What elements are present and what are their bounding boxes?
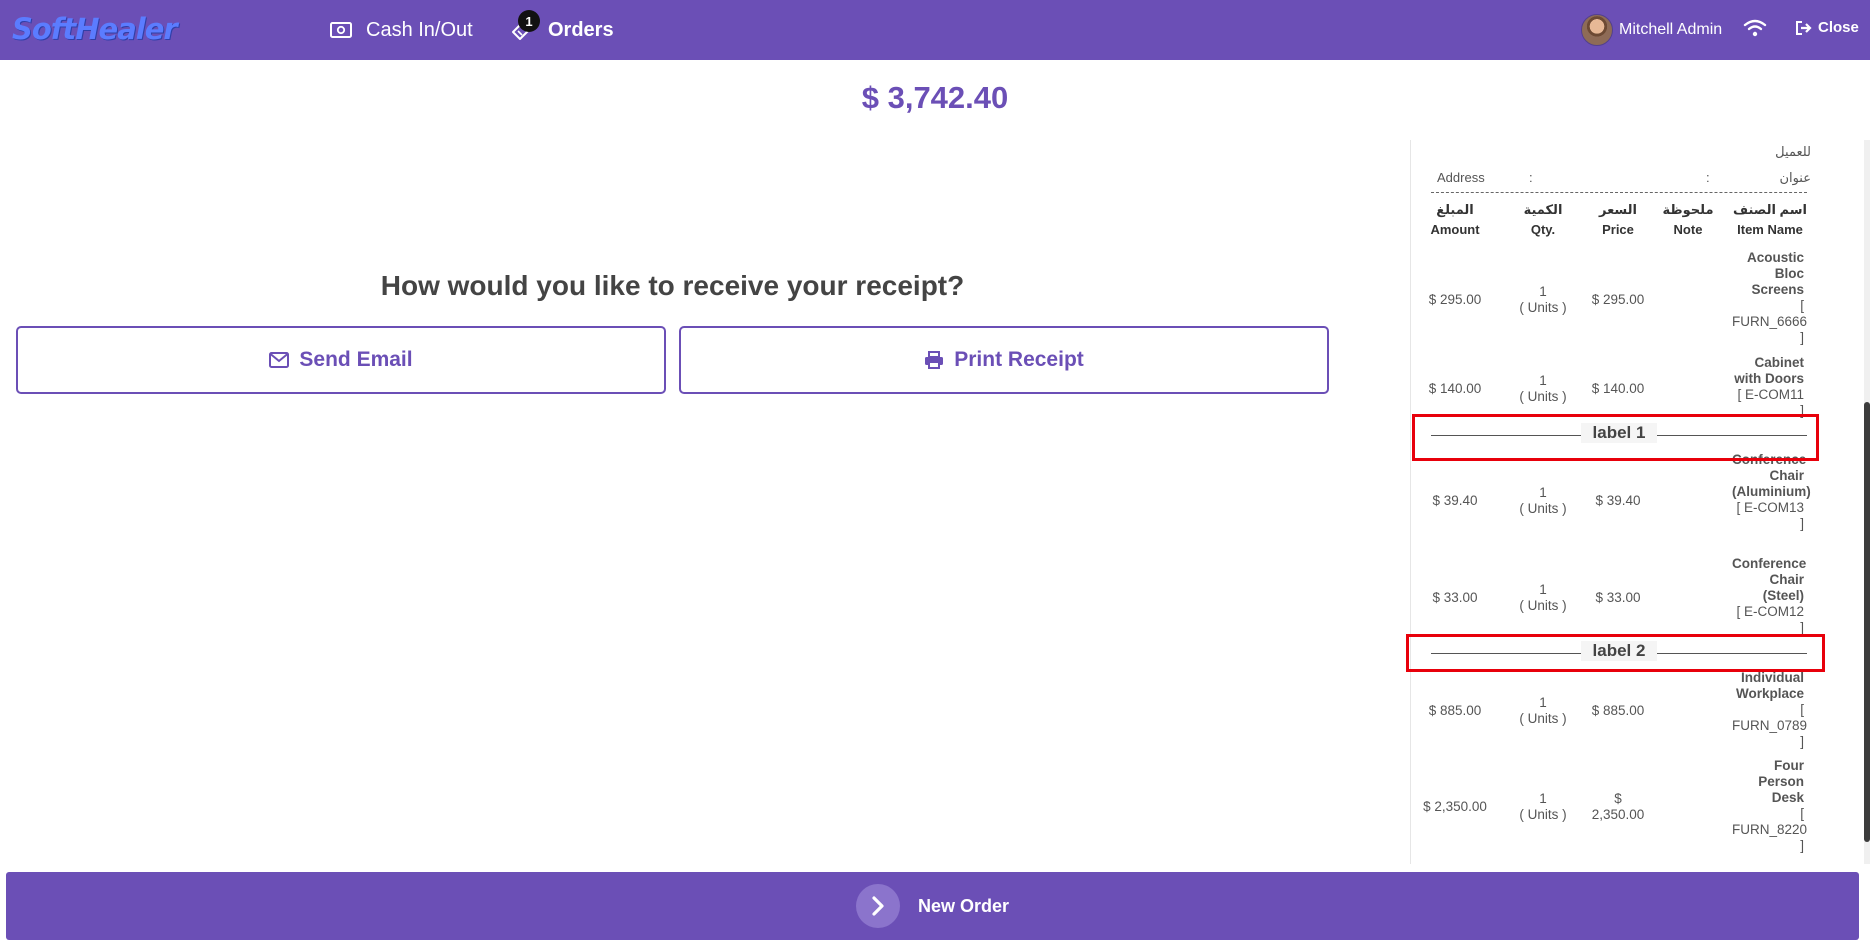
line-item-name: Conference Chair (Aluminium) [ E-COM13 ] <box>1732 452 1811 532</box>
line-qty: 1 ( Units ) <box>1511 284 1575 316</box>
line-price: $ 140.00 <box>1591 381 1645 396</box>
line-qty: 1 ( Units ) <box>1511 791 1575 823</box>
item-header: Item Name <box>1737 222 1803 237</box>
item-header-ar: اسم الصنف <box>1733 202 1807 217</box>
line-amount: $ 39.40 <box>1432 493 1478 508</box>
line-item-title: Four Person Desk <box>1758 758 1804 805</box>
line-qty-value: 1 <box>1539 695 1547 710</box>
line-qty-value: 1 <box>1539 582 1547 597</box>
receipt-preview[interactable]: للعميل Address : : عنوان المبلغ Amount ا… <box>1410 140 1858 864</box>
line-qty-unit: ( Units ) <box>1519 598 1567 613</box>
line-item-name: Individual Workplace [ FURN_0789 ] <box>1732 670 1808 750</box>
line-item-code: [ FURN_8220 ] <box>1732 806 1808 853</box>
orders-label: Orders <box>548 18 614 41</box>
line-price: $ 295.00 <box>1591 292 1645 307</box>
line-qty-value: 1 <box>1539 485 1547 500</box>
line-item-name: Cabinet with Doors [ E-COM11 ] <box>1732 355 1804 419</box>
close-label: Close <box>1818 19 1859 36</box>
wifi-icon <box>1743 19 1767 37</box>
line-amount: $ 140.00 <box>1428 381 1482 396</box>
line-price: $ 33.00 <box>1595 590 1641 605</box>
address-colon: : <box>1529 170 1533 185</box>
qty-header-ar: الكمية <box>1523 202 1563 217</box>
line-qty: 1 ( Units ) <box>1511 695 1575 727</box>
printer-icon <box>925 351 944 369</box>
highlight-box-label-2 <box>1406 634 1825 672</box>
line-item-name: Conference Chair (Steel) [ E-COM12 ] <box>1732 556 1807 636</box>
line-qty-unit: ( Units ) <box>1519 711 1567 726</box>
line-qty-value: 1 <box>1539 791 1547 806</box>
line-amount: $ 885.00 <box>1428 703 1482 718</box>
customer-label-ar: للعميل <box>1775 144 1811 159</box>
new-order-label: New Order <box>917 895 1010 916</box>
brand-logo: SoftHealer <box>12 12 178 46</box>
line-amount: $ 33.00 <box>1432 590 1478 605</box>
print-receipt-button[interactable]: Print Receipt <box>679 326 1329 394</box>
user-name: Mitchell Admin <box>1619 21 1723 38</box>
send-email-button[interactable]: Send Email <box>16 326 666 394</box>
receipt-question: How would you like to receive your recei… <box>380 270 965 301</box>
line-item-name: Four Person Desk [ FURN_8220 ] <box>1732 758 1808 854</box>
cash-icon <box>330 22 352 38</box>
column-header-note: ملحوظة Note <box>1657 200 1719 240</box>
line-item-name: Acoustic Bloc Screens [ FURN_6666 ] <box>1732 250 1808 346</box>
amount-header: Amount <box>1430 222 1480 237</box>
address-label: Address <box>1437 170 1485 185</box>
print-receipt-label: Print Receipt <box>954 348 1084 371</box>
amount-header-ar: المبلغ <box>1436 202 1474 217</box>
line-item-title: Conference Chair (Steel) <box>1732 556 1807 603</box>
line-item-code: [ FURN_0789 ] <box>1732 702 1808 749</box>
orders-count-badge: 1 <box>518 10 540 32</box>
line-qty: 1 ( Units ) <box>1511 373 1575 405</box>
sign-out-icon <box>1796 20 1812 35</box>
highlight-box-label-1 <box>1412 414 1819 461</box>
line-qty-unit: ( Units ) <box>1519 389 1567 404</box>
note-header-ar: ملحوظة <box>1662 202 1714 217</box>
price-header-ar: السعر <box>1599 202 1637 217</box>
qty-header: Qty. <box>1530 222 1556 237</box>
envelope-icon <box>269 352 290 368</box>
column-header-price: السعر Price <box>1587 200 1649 240</box>
column-header-amount: المبلغ Amount <box>1417 200 1493 240</box>
column-header-item: اسم الصنف Item Name <box>1729 200 1811 240</box>
address-label-ar: عنوان <box>1779 170 1811 185</box>
note-header: Note <box>1673 222 1703 237</box>
user-menu[interactable]: Mitchell Admin <box>1581 14 1722 46</box>
line-amount: $ 295.00 <box>1428 292 1482 307</box>
receipt-divider <box>1431 192 1807 193</box>
close-button[interactable]: Close <box>1795 19 1859 36</box>
line-amount: $ 2,350.00 <box>1423 799 1487 814</box>
line-qty-value: 1 <box>1539 284 1547 299</box>
line-qty: 1 ( Units ) <box>1511 485 1575 517</box>
chevron-right-icon <box>872 896 884 916</box>
order-total: $ 3,742.40 <box>861 80 1009 115</box>
receipt-scrollbar[interactable] <box>1864 140 1870 864</box>
cash-in-out-label: Cash In/Out <box>366 18 473 41</box>
line-item-code: [ E-COM12 ] <box>1736 604 1804 635</box>
line-item-title: Acoustic Bloc Screens <box>1746 250 1804 297</box>
next-circle <box>855 884 900 928</box>
top-bar: SoftHealer Cash In/Out Orders 1 Mitchell… <box>0 0 1870 60</box>
new-order-button[interactable]: New Order <box>6 872 1859 940</box>
send-email-label: Send Email <box>299 348 413 371</box>
column-header-qty: الكمية Qty. <box>1511 200 1575 240</box>
address-colon-ar: : <box>1706 170 1710 185</box>
line-qty-unit: ( Units ) <box>1519 501 1567 516</box>
avatar <box>1581 14 1613 46</box>
line-qty: 1 ( Units ) <box>1511 582 1575 614</box>
cash-in-out-button[interactable]: Cash In/Out <box>330 0 473 60</box>
line-qty-unit: ( Units ) <box>1519 300 1567 315</box>
line-price: $ 39.40 <box>1595 493 1641 508</box>
line-qty-value: 1 <box>1539 373 1547 388</box>
line-item-code: [ FURN_6666 ] <box>1732 298 1808 345</box>
price-header: Price <box>1602 222 1634 237</box>
line-qty-unit: ( Units ) <box>1519 807 1567 822</box>
line-item-title: Individual Workplace <box>1735 670 1804 701</box>
line-price: $ 885.00 <box>1591 703 1645 718</box>
scrollbar-thumb[interactable] <box>1864 402 1870 842</box>
line-item-title: Cabinet with Doors <box>1734 355 1804 386</box>
line-item-code: [ E-COM13 ] <box>1736 500 1804 531</box>
line-price: $ 2,350.00 <box>1591 791 1645 822</box>
